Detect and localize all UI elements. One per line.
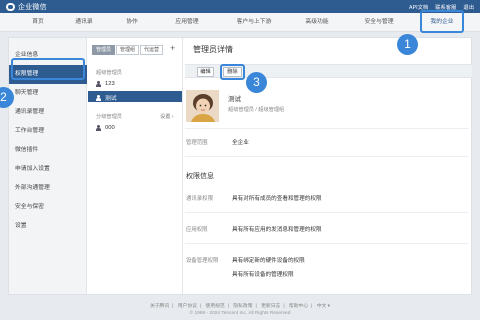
group-admin-label: 分级管理员 (96, 114, 122, 120)
sidebar-item-security[interactable]: 安全与保密 (9, 198, 87, 217)
nav-home[interactable]: 首页 (18, 13, 58, 32)
footer-link-terms[interactable]: 用户协议 (175, 304, 200, 309)
divider (185, 156, 469, 157)
sidebar-item-join-settings[interactable]: 申请加入设置 (9, 160, 87, 179)
sidebar-item-workbench[interactable]: 工作台管理 (9, 122, 87, 141)
admin-tabs: 管理员 管理组 代运营 (92, 45, 164, 55)
tab-admin-groups[interactable]: 管理组 (116, 45, 140, 55)
callout-3: 3 (246, 72, 267, 93)
footer-links: 关于腾讯 | 用户协议 | 使用规范 | 隐私政策 | 更新日志 | 帮助中心 | 中文 ▾ (0, 302, 480, 309)
sidebar-item-external[interactable]: 外部沟通管理 (9, 179, 87, 198)
callout-1: 1 (397, 34, 418, 55)
perm-label-contacts: 通讯录权限 (186, 196, 213, 202)
footer-link-changelog[interactable]: 更新日志 (258, 304, 283, 309)
detail-title: 管理员详情 (193, 45, 233, 54)
profile-role: 超级管理员 / 超级管理组 (228, 107, 285, 113)
group-admin-settings-link[interactable]: 设置 › (160, 113, 174, 120)
main-nav: 首页 通讯录 协作 应用管理 客户与上下游 高级功能 安全与管理 我的企业 (0, 13, 480, 32)
sidebar-item-chat[interactable]: 聊天管理 (9, 84, 87, 103)
divider (185, 243, 469, 244)
app-title: 企业微信 (18, 3, 47, 11)
footer-link-about[interactable]: 关于腾讯 (147, 304, 172, 309)
avatar-photo-icon (186, 90, 219, 122)
nav-app-management[interactable]: 应用管理 (164, 13, 210, 32)
divider (185, 128, 469, 129)
nav-contacts[interactable]: 通讯录 (64, 13, 104, 32)
nav-collaboration[interactable]: 协作 (112, 13, 152, 32)
language-select[interactable]: 中文 ▾ (314, 304, 333, 309)
wecom-logo-icon (6, 2, 15, 11)
admin-list-column: 管理员 管理组 代运营 + 超级管理员 123 测试 分级管理员 设置 › 00… (88, 38, 183, 294)
profile-name: 测试 (228, 96, 241, 103)
scope-value: 全企业 (232, 140, 249, 146)
divider (185, 212, 469, 213)
list-item-group-admin[interactable]: 000 (96, 125, 115, 131)
avatar (186, 90, 219, 122)
super-admin-label: 超级管理员 (96, 70, 122, 76)
delete-highlight-frame (220, 64, 245, 80)
perm-value-contacts: 具有对所有成员的查看和管理的权限 (232, 196, 322, 202)
sidebar-item-settings[interactable]: 设置 (9, 217, 87, 236)
copyright: © 1998 - 2024 Tencent Inc. All Rights Re… (189, 311, 291, 316)
edit-button[interactable]: 编辑 (197, 67, 214, 77)
main-panel: 企业信息 权限管理 聊天管理 通讯录管理 工作台管理 微信插件 申请加入设置 外… (8, 37, 472, 295)
perm-label-apps: 应用权限 (186, 227, 208, 233)
footer-link-help[interactable]: 帮助中心 (286, 304, 311, 309)
admin-name: 123 (105, 81, 115, 87)
nav-advanced[interactable]: 高级功能 (294, 13, 340, 32)
sidebar-item-contacts[interactable]: 通讯录管理 (9, 103, 87, 122)
tab-admins[interactable]: 管理员 (92, 45, 116, 55)
person-icon (96, 94, 101, 101)
nav-highlight-frame (420, 10, 464, 33)
nav-customers[interactable]: 客户与上下游 (225, 13, 283, 32)
logout-link[interactable]: 退出 (463, 3, 474, 11)
top-bar: 企业微信 API文档 联系客服 退出 (0, 0, 480, 13)
nav-security[interactable]: 安全与管理 (352, 13, 406, 32)
brand[interactable]: 企业微信 (6, 2, 47, 11)
perm-label-devices: 设备管理权限 (186, 258, 219, 264)
perm-value-devices-extra: 具有所有设备的管理权限 (232, 272, 294, 278)
person-icon (96, 125, 101, 131)
list-item-admin[interactable]: 123 (96, 81, 115, 87)
list-item-admin-selected[interactable]: 测试 (96, 93, 117, 102)
add-admin-button[interactable]: + (170, 43, 175, 53)
sidebar-item-wechat-plugin[interactable]: 微信插件 (9, 141, 87, 160)
footer-link-privacy[interactable]: 隐私政策 (230, 304, 255, 309)
footer-link-rules[interactable]: 使用规范 (203, 304, 228, 309)
tab-operators[interactable]: 代运营 (140, 45, 164, 55)
perm-value-apps: 具有所有应用的发消息和管理的权限 (232, 227, 322, 233)
perm-value-devices: 具有绑定新的硬件设备的权限 (232, 258, 305, 264)
person-icon (96, 81, 101, 87)
admin-name: 测试 (105, 96, 117, 102)
sidebar-highlight-frame (11, 58, 85, 80)
admin-name: 000 (105, 125, 115, 131)
permission-section-title: 权限信息 (186, 173, 214, 180)
scope-label: 管理范围 (186, 140, 208, 146)
